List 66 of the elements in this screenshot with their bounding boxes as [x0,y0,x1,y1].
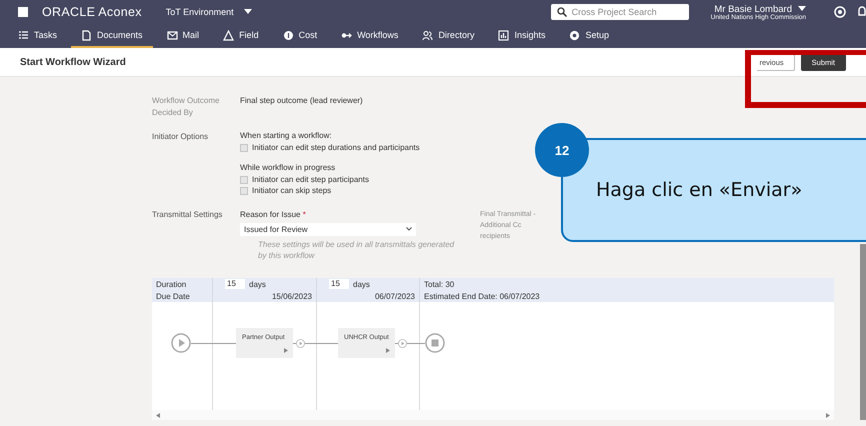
unit-label: days [249,280,266,288]
field-label: Reason for Issue [240,210,300,218]
duration-field[interactable]: 15 [225,279,245,289]
row-label: Due Date [152,290,213,302]
brand-logo: ORACLE Aconex [42,5,142,19]
scroll-left-icon[interactable] [156,412,160,418]
nav-tab[interactable]: Setup [559,24,620,48]
start-node-icon[interactable] [171,333,191,353]
nav-tab[interactable]: Workflows [331,24,408,48]
envelope-icon [166,30,178,40]
checkbox-label: Initiator can skip steps [252,186,332,196]
end-node-icon[interactable] [425,333,445,353]
nav-tab[interactable]: Insights [488,24,556,48]
caret-icon[interactable] [798,6,806,12]
chevron-down-icon [406,227,412,231]
end-date-text: Estimated End Date: 06/07/2023 [424,292,540,300]
people-icon [422,30,434,40]
connector-line [191,342,236,344]
list-icon [18,30,29,40]
checkbox-label: Initiator can edit step durations and participants [252,142,420,153]
total-text: Total: 30 [424,280,454,288]
reason-dropdown[interactable]: Issued for Review [240,222,416,236]
step-badge: 12 [535,123,589,177]
field-label: Workflow Outcome Decided By [152,95,220,119]
checkbox[interactable] [240,176,248,184]
search-icon [556,7,567,17]
checkbox[interactable] [240,144,248,152]
scroll-right-icon[interactable] [826,412,830,418]
settings-icon [569,30,580,40]
connector-line [305,342,338,344]
due-date: 15/06/2023 [272,292,312,300]
connector-line [407,342,425,344]
required-mark: * [302,210,306,218]
checkbox-label: Initiator can edit step participants [252,174,369,185]
due-date: 06/07/2023 [374,292,415,300]
unit-label: days [353,280,370,288]
search-field[interactable]: Cross Project Search [572,7,672,17]
group-heading: While workflow in progress [240,163,336,174]
row-label: Duration [152,278,213,290]
caret-icon[interactable] [244,9,252,15]
play-icon [284,348,288,353]
user-name[interactable]: Mr Basie Lombard [714,4,792,14]
bell-icon[interactable] [858,6,866,18]
environment-label[interactable]: ToT Environment [166,7,234,17]
nav-tab[interactable]: Cost [272,24,328,48]
hint-text: These settings will be used in all transmittals generated by this workflow [258,238,456,260]
group-heading: When starting a workflow: [240,131,333,142]
triangle-icon [223,30,234,40]
checkbox[interactable] [240,187,248,196]
step-output-icon[interactable] [296,338,305,348]
nav-tab[interactable]: Field [213,24,269,48]
play-icon [386,348,390,353]
nav-tab[interactable]: Directory [412,24,484,48]
scrollbar-thumb[interactable] [860,244,866,420]
nav-tab[interactable]: Mail [156,24,210,48]
coin-icon [282,30,294,40]
step-output-icon[interactable] [398,338,407,348]
field-value: Final step outcome (lead reviewer) [240,95,364,107]
bar-chart-icon [498,30,510,40]
duration-field[interactable]: 15 [329,279,349,289]
document-icon [81,30,92,40]
page-title: Start Workflow Wizard [20,56,127,68]
search-box[interactable]: Cross Project Search [550,4,689,20]
field-label: Initiator Options [152,131,210,143]
field-label: Transmittal Settings [152,208,224,221]
nav-tab[interactable]: Tasks [8,24,68,48]
